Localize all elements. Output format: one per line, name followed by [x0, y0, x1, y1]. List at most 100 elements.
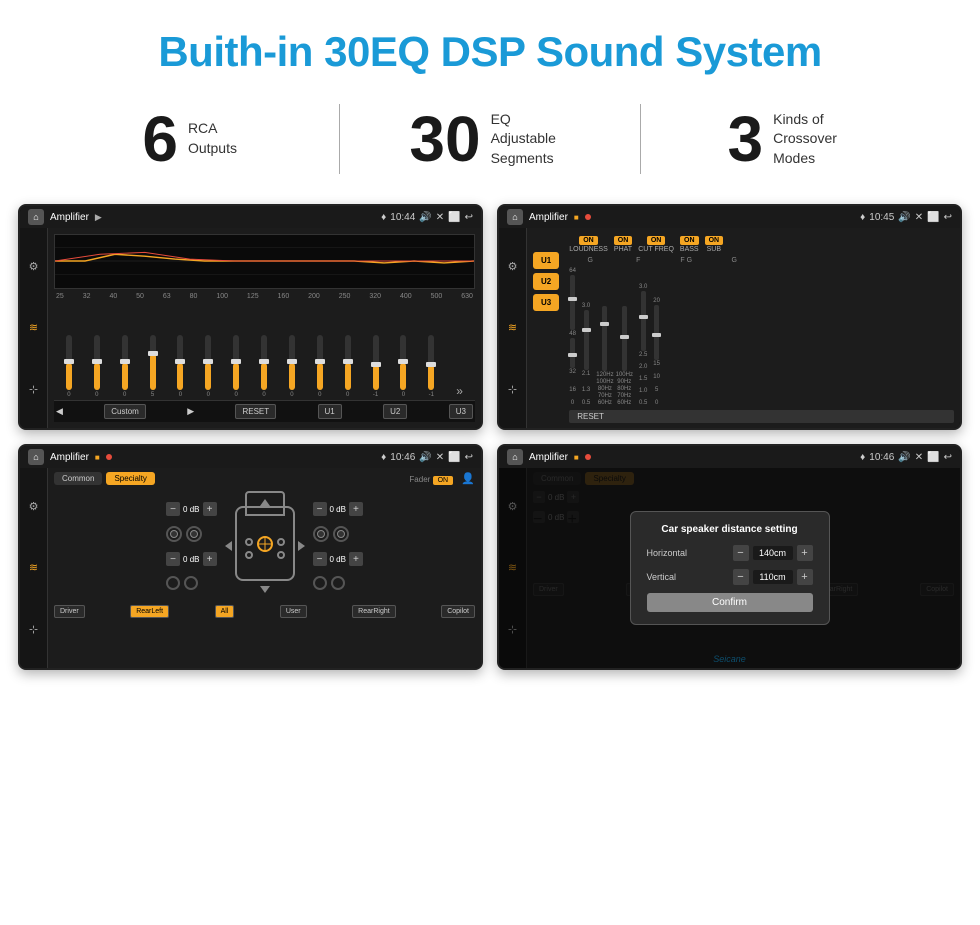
all-btn[interactable]: All: [215, 605, 235, 618]
vertical-minus[interactable]: −: [733, 569, 749, 585]
horizontal-minus[interactable]: −: [733, 545, 749, 561]
vertical-plus[interactable]: +: [797, 569, 813, 585]
eq-slider-12[interactable]: -1: [373, 335, 379, 398]
stat-rca-number: 6: [142, 107, 178, 171]
wave-icon-fader[interactable]: ≋: [25, 559, 43, 577]
rl-plus[interactable]: +: [203, 552, 217, 566]
eq-slider-10[interactable]: 0: [317, 335, 323, 398]
cutfreq-toggle[interactable]: ON CUT FREQ: [638, 236, 674, 253]
freq-320: 320: [369, 293, 381, 300]
back-icon-eq[interactable]: ↩: [465, 212, 473, 223]
prev-icon[interactable]: ◀: [56, 406, 63, 417]
rl-speaker-icon2: [184, 576, 198, 590]
rl-control: − 0 dB +: [166, 552, 216, 566]
freq-80: 80: [190, 293, 198, 300]
home-icon-fader[interactable]: ⌂: [28, 449, 44, 465]
phat-slider[interactable]: 3.0 2.1 1.3 0.5: [582, 303, 590, 406]
wave-icon-amp[interactable]: ≋: [504, 319, 522, 337]
window-icon-eq[interactable]: ⬜: [448, 212, 460, 223]
fl-speaker-icon2: [186, 526, 202, 542]
time-amp: 10:45: [869, 212, 894, 223]
eq-slider-8[interactable]: 0: [261, 335, 267, 398]
eq-slider-11[interactable]: 0: [345, 335, 351, 398]
cutfreq-slider-1[interactable]: 120Hz 100Hz 80Hz 70Hz 60Hz: [596, 306, 613, 406]
eq-slider-13[interactable]: 0: [400, 335, 406, 398]
reset-btn-eq[interactable]: RESET: [235, 404, 276, 419]
rearleft-btn[interactable]: RearLeft: [130, 605, 169, 618]
rr-plus[interactable]: +: [349, 552, 363, 566]
sub-toggle[interactable]: ON SUB: [705, 236, 724, 253]
fader-right-col: − 0 dB + −: [313, 502, 363, 590]
fader-label: Fader: [409, 475, 430, 484]
eq-slider-9[interactable]: 0: [289, 335, 295, 398]
sub-slider[interactable]: 20 15 10 5 0: [653, 298, 660, 406]
home-icon-dialog[interactable]: ⌂: [507, 449, 523, 465]
eq-slider-6[interactable]: 0: [205, 335, 211, 398]
preset-u2[interactable]: U2: [533, 273, 559, 290]
horizontal-plus[interactable]: +: [797, 545, 813, 561]
fr-control: − 0 dB +: [313, 502, 363, 516]
screens-grid: ⌂ Amplifier ▶ ♦ 10:44 🔊 ✕ ⬜ ↩ ⚙ ≋ ⊹: [0, 204, 980, 690]
user-btn[interactable]: User: [280, 605, 307, 618]
rr-minus[interactable]: −: [313, 552, 327, 566]
eq-slider-2[interactable]: 0: [94, 335, 100, 398]
fl-plus[interactable]: +: [203, 502, 217, 516]
u2-btn-eq[interactable]: U2: [383, 404, 407, 419]
rl-minus[interactable]: −: [166, 552, 180, 566]
loudness-slider-1[interactable]: 64 48 32 16 0: [569, 268, 576, 406]
rearright-btn[interactable]: RearRight: [352, 605, 396, 618]
speaker-rl: [245, 551, 253, 559]
tab-common[interactable]: Common: [54, 472, 102, 485]
confirm-button[interactable]: Confirm: [647, 593, 813, 612]
stat-eq-number: 30: [409, 107, 480, 171]
status-right-dialog: ♦ 10:46 🔊 ✕ ⬜ ↩: [860, 452, 952, 463]
horizontal-row: Horizontal − 140cm +: [647, 545, 813, 561]
home-icon-amp[interactable]: ⌂: [507, 209, 523, 225]
fr-minus[interactable]: −: [313, 502, 327, 516]
eq-slider-3[interactable]: 0: [122, 335, 128, 398]
arrows-icon-amp[interactable]: ⊹: [504, 380, 522, 398]
arrows-icon[interactable]: ⊹: [25, 380, 43, 398]
amp-reset-btn[interactable]: RESET: [569, 410, 954, 423]
bass-toggle[interactable]: ON BASS: [680, 236, 699, 253]
arrow-right[interactable]: [298, 541, 305, 551]
eq-slider-14[interactable]: -1: [428, 335, 434, 398]
stat-crossover-label: Kinds ofCrossover Modes: [773, 110, 853, 169]
amp-main: U1 U2 U3 ON LOUDNESS ON PHAT: [527, 228, 960, 428]
eq-icon-fader[interactable]: ⚙: [25, 498, 43, 516]
home-icon[interactable]: ⌂: [28, 209, 44, 225]
eq-slider-4[interactable]: 5: [150, 335, 156, 398]
copilot-btn[interactable]: Copilot: [441, 605, 475, 618]
status-bar-eq: ⌂ Amplifier ▶ ♦ 10:44 🔊 ✕ ⬜ ↩: [20, 206, 481, 228]
u3-btn-eq[interactable]: U3: [449, 404, 473, 419]
wave-icon[interactable]: ≋: [25, 319, 43, 337]
fl-minus[interactable]: −: [166, 502, 180, 516]
preset-u3[interactable]: U3: [533, 294, 559, 311]
next-icon[interactable]: ▶: [187, 406, 194, 417]
eq-icon[interactable]: ⚙: [25, 258, 43, 276]
eq-slider-7[interactable]: 0: [233, 335, 239, 398]
driver-btn[interactable]: Driver: [54, 605, 85, 618]
cutfreq-slider-2[interactable]: 100Hz 90Hz 80Hz 70Hz 60Hz: [616, 306, 633, 406]
eq-slider-expand[interactable]: »: [456, 384, 463, 398]
fader-on-badge[interactable]: ON: [433, 476, 454, 485]
screen-body-eq: ⚙ ≋ ⊹ 2: [20, 228, 481, 428]
close-icon-eq[interactable]: ✕: [436, 212, 444, 223]
u1-btn-eq[interactable]: U1: [318, 404, 342, 419]
preset-u1[interactable]: U1: [533, 252, 559, 269]
arrow-down[interactable]: [260, 586, 270, 593]
eq-slider-1[interactable]: 0: [66, 335, 72, 398]
phat-toggle[interactable]: ON PHAT: [614, 236, 633, 253]
eq-icon-amp[interactable]: ⚙: [504, 258, 522, 276]
bass-slider[interactable]: 3.0 2.5 2.0 1.5 1.0 0.5: [639, 284, 647, 406]
custom-btn[interactable]: Custom: [104, 404, 146, 419]
loudness-toggle[interactable]: ON LOUDNESS: [569, 236, 608, 253]
eq-slider-5[interactable]: 0: [177, 335, 183, 398]
fader-person-icon: 👤: [461, 473, 475, 485]
stat-crossover: 3 Kinds ofCrossover Modes: [641, 107, 940, 171]
arrows-icon-fader[interactable]: ⊹: [25, 620, 43, 638]
vertical-row: Vertical − 110cm +: [647, 569, 813, 585]
tab-specialty[interactable]: Specialty: [106, 472, 154, 485]
fr-plus[interactable]: +: [349, 502, 363, 516]
arrow-left[interactable]: [225, 541, 232, 551]
